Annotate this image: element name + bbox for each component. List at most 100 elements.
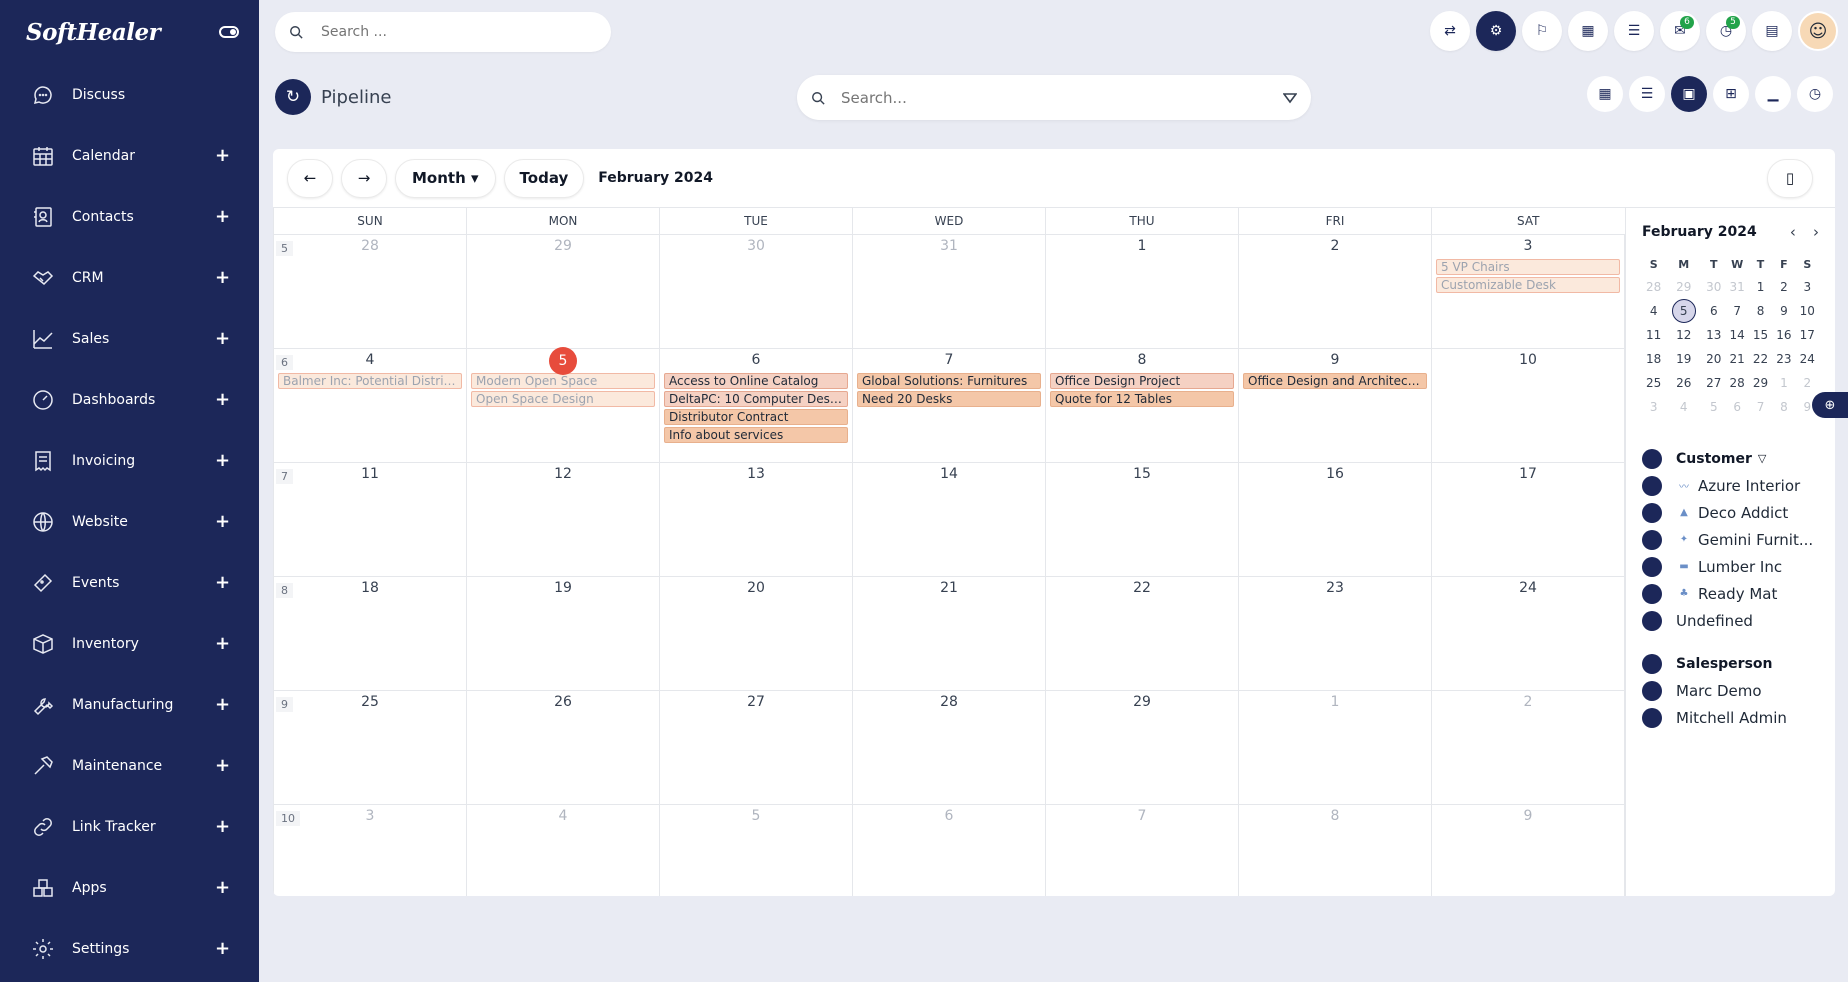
day-cell[interactable]: 23 <box>1238 575 1432 691</box>
mini-day[interactable]: 16 <box>1772 323 1795 347</box>
sidebar-item-maintenance[interactable]: Maintenance + <box>0 735 259 796</box>
day-cell[interactable]: 27 <box>659 689 853 805</box>
customer-filter-item[interactable]: 〰 Azure Interior <box>1642 472 1819 499</box>
toggle-dot[interactable] <box>1642 448 1662 469</box>
day-cell[interactable]: 4 <box>466 803 660 896</box>
customer-filter-item[interactable]: ▬ Lumber Inc <box>1642 553 1819 580</box>
sidebar-item-dashboards[interactable]: Dashboards + <box>0 369 259 430</box>
mini-day[interactable]: 10 <box>1796 299 1819 323</box>
sidebar-item-sales[interactable]: Sales + <box>0 308 259 369</box>
day-cell[interactable]: 5 Modern Open Space Open Space Design <box>466 346 660 463</box>
calendar-event[interactable]: Office Design and Architecture <box>1243 372 1427 389</box>
day-cell[interactable]: 20 <box>659 575 853 691</box>
customer-filter-item[interactable]: ✦ Gemini Furnit... <box>1642 526 1819 553</box>
day-cell[interactable]: 8 <box>1238 803 1432 896</box>
sidebar-item-discuss[interactable]: Discuss <box>0 64 259 125</box>
prev-period-button[interactable]: ← <box>287 158 333 198</box>
sidebar-item-apps[interactable]: Apps + <box>0 857 259 918</box>
day-cell[interactable]: 9 25 <box>273 689 467 805</box>
day-cell[interactable]: 29 <box>466 233 660 349</box>
calendar-event[interactable]: Global Solutions: Furnitures <box>857 372 1041 389</box>
mini-day[interactable]: 4 <box>1665 395 1702 419</box>
day-cell[interactable]: 31 <box>852 233 1046 349</box>
day-cell[interactable]: 6 <box>852 803 1046 896</box>
day-cell[interactable]: 8 Office Design Project Quote for 12 Table… <box>1045 347 1239 463</box>
expand-plus-icon[interactable]: + <box>215 145 230 166</box>
bookmark-icon[interactable]: ⚐ <box>1522 11 1562 51</box>
toggle-sidepanel-icon[interactable]: ▯ <box>1767 158 1813 198</box>
mini-day[interactable]: 8 <box>1772 395 1795 419</box>
mini-day[interactable]: 26 <box>1665 371 1702 395</box>
mini-day[interactable]: 28 <box>1725 371 1748 395</box>
mini-day[interactable]: 6 <box>1725 395 1748 419</box>
filter-checkbox[interactable] <box>1642 707 1662 728</box>
pipeline-search[interactable] <box>797 75 1311 120</box>
mini-day[interactable]: 15 <box>1749 323 1772 347</box>
list-settings-icon[interactable]: ☰ <box>1614 11 1654 51</box>
mini-day[interactable]: 12 <box>1665 323 1702 347</box>
day-cell[interactable]: 9 <box>1431 803 1625 896</box>
expand-plus-icon[interactable]: + <box>215 389 230 410</box>
mini-day[interactable]: 13 <box>1702 323 1725 347</box>
customer-filter-item[interactable]: ▲ Deco Addict <box>1642 499 1819 526</box>
filter-checkbox[interactable] <box>1642 502 1662 523</box>
mini-day[interactable]: 14 <box>1725 323 1748 347</box>
filter-checkbox[interactable] <box>1642 680 1662 701</box>
day-cell[interactable]: 19 <box>466 575 660 691</box>
day-cell[interactable]: 12 <box>466 461 660 577</box>
day-cell[interactable]: 1 <box>1045 233 1239 349</box>
sidebar-item-website[interactable]: Website + <box>0 491 259 552</box>
mini-day[interactable]: 25 <box>1642 371 1665 395</box>
language-icon[interactable]: ⇄ <box>1430 11 1470 51</box>
mini-day[interactable]: 3 <box>1642 395 1665 419</box>
customer-filter-header[interactable]: Customer ▽ <box>1642 445 1819 472</box>
day-cell[interactable]: 6 Access to Online Catalog DeltaPC: 10 Com… <box>659 347 853 463</box>
mini-day[interactable]: 9 <box>1772 299 1795 323</box>
mini-day[interactable]: 17 <box>1796 323 1819 347</box>
messages-icon[interactable]: ✉ 6 <box>1660 11 1700 51</box>
toggle-dot[interactable] <box>1642 653 1662 674</box>
expand-plus-icon[interactable]: + <box>215 206 230 227</box>
mini-day[interactable]: 31 <box>1725 275 1748 299</box>
mini-day[interactable]: 27 <box>1702 371 1725 395</box>
global-search-input[interactable] <box>321 24 561 40</box>
calculator-icon[interactable]: ▦ <box>1568 11 1608 51</box>
day-cell[interactable]: 14 <box>852 461 1046 577</box>
refresh-icon[interactable]: ↻ <box>275 79 311 115</box>
mini-day[interactable]: 4 <box>1642 299 1665 323</box>
day-cell[interactable]: 24 <box>1431 575 1625 691</box>
salesperson-filter-item[interactable]: Mitchell Admin <box>1642 704 1819 731</box>
calendar-event[interactable]: Need 20 Desks <box>857 390 1041 407</box>
calendar-event[interactable]: Modern Open Space <box>471 372 655 389</box>
day-cell[interactable]: 6 4 Balmer Inc: Potential Distributor <box>273 347 467 463</box>
mini-day[interactable]: 2 <box>1772 275 1795 299</box>
mini-day[interactable]: 28 <box>1642 275 1665 299</box>
filter-checkbox[interactable] <box>1642 610 1662 631</box>
company-icon[interactable]: ▤ <box>1752 11 1792 51</box>
mini-day[interactable]: 19 <box>1665 347 1702 371</box>
mini-selected-day[interactable]: 5 <box>1671 299 1696 323</box>
calendar-event[interactable]: 5 VP Chairs <box>1436 258 1620 275</box>
pivot-view-icon[interactable]: ⊞ <box>1713 76 1749 112</box>
day-cell[interactable]: 26 <box>466 689 660 805</box>
user-avatar[interactable]: ☺ <box>1798 11 1838 51</box>
calendar-event[interactable]: Open Space Design <box>471 390 655 407</box>
day-cell[interactable]: 7 Global Solutions: Furnitures Need 20 Des… <box>852 347 1046 463</box>
sidebar-item-calendar[interactable]: Calendar + <box>0 125 259 186</box>
calendar-event[interactable]: Distributor Contract <box>664 408 848 425</box>
next-period-button[interactable]: → <box>341 158 387 198</box>
mini-day[interactable]: 8 <box>1749 299 1772 323</box>
calendar-event[interactable]: DeltaPC: 10 Computer Desks <box>664 390 848 407</box>
filter-checkbox[interactable] <box>1642 475 1662 496</box>
day-cell[interactable]: 5 28 <box>273 233 467 349</box>
day-cell[interactable]: 13 <box>659 461 853 577</box>
day-cell[interactable]: 3 5 VP Chairs Customizable Desk <box>1431 233 1625 349</box>
mini-day[interactable]: 1 <box>1772 371 1795 395</box>
mini-day[interactable]: 7 <box>1725 299 1748 323</box>
expand-plus-icon[interactable]: + <box>215 877 230 898</box>
mini-day[interactable]: 2 <box>1796 371 1819 395</box>
mini-day[interactable]: 24 <box>1796 347 1819 371</box>
sidebar-toggle-icon[interactable] <box>219 26 239 38</box>
mini-next-icon[interactable]: › <box>1813 223 1819 241</box>
mini-day[interactable]: 1 <box>1749 275 1772 299</box>
